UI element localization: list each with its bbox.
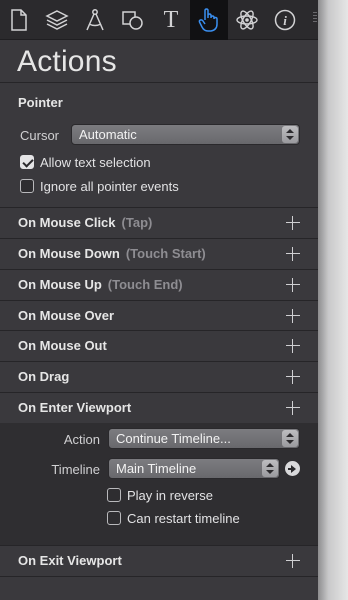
- event-name: On Mouse Over: [18, 308, 114, 324]
- event-row-mouse-over[interactable]: On Mouse Over: [0, 301, 318, 331]
- ignore-pointer-events-label: Ignore all pointer events: [40, 178, 179, 194]
- inspector-toolbar: T i: [0, 0, 318, 40]
- actions-panel: T i Actions Pointer Cursor Automatic All…: [0, 0, 318, 600]
- timeline-select[interactable]: Main Timeline: [108, 458, 280, 479]
- plus-icon[interactable]: [286, 401, 300, 415]
- event-title: On Exit Viewport: [18, 553, 122, 568]
- chevron-updown-icon: [282, 430, 298, 447]
- plus-icon[interactable]: [286, 278, 300, 292]
- event-title: On Enter Viewport: [18, 400, 132, 415]
- text-tool-glyph: T: [163, 7, 179, 33]
- event-row-mouse-click[interactable]: On Mouse Click (Tap): [0, 208, 318, 238]
- pointer-heading: Pointer: [18, 95, 63, 110]
- plus-icon[interactable]: [286, 216, 300, 230]
- event-title: On Mouse Out: [18, 338, 107, 353]
- event-touch-alias: (Tap): [121, 215, 153, 230]
- can-restart-timeline-checkbox[interactable]: [107, 511, 121, 525]
- action-label: Action: [63, 432, 100, 447]
- event-title: On Drag: [18, 369, 70, 384]
- event-row-exit-viewport[interactable]: On Exit Viewport: [0, 546, 318, 576]
- plus-icon[interactable]: [286, 554, 300, 568]
- text-icon[interactable]: T: [152, 0, 190, 40]
- play-in-reverse-row[interactable]: Play in reverse: [107, 487, 213, 503]
- event-row-mouse-up[interactable]: On Mouse Up (Touch End): [0, 270, 318, 300]
- action-select[interactable]: Continue Timeline...: [108, 428, 300, 449]
- event-name: On Drag: [18, 369, 69, 385]
- event-name: On Mouse Up (Touch End): [18, 277, 183, 293]
- chevron-updown-icon: [262, 460, 278, 477]
- compass-icon[interactable]: [76, 0, 114, 40]
- play-in-reverse-checkbox[interactable]: [107, 488, 121, 502]
- event-name: On Exit Viewport: [18, 553, 122, 569]
- event-row-mouse-down[interactable]: On Mouse Down (Touch Start): [0, 239, 318, 269]
- cursor-select[interactable]: Automatic: [71, 124, 300, 145]
- plus-icon[interactable]: [286, 309, 300, 323]
- event-name: On Mouse Out: [18, 338, 107, 354]
- action-select-value: Continue Timeline...: [116, 431, 231, 446]
- go-to-timeline-arrow-icon[interactable]: [285, 461, 300, 476]
- event-name: On Mouse Click (Tap): [18, 215, 152, 231]
- ignore-pointer-events-row[interactable]: Ignore all pointer events: [20, 178, 179, 194]
- layers-icon[interactable]: [38, 0, 76, 40]
- timeline-label: Timeline: [51, 462, 100, 477]
- event-title: On Mouse Down: [18, 246, 120, 261]
- panel-shadow: [318, 0, 348, 600]
- chevron-updown-icon: [282, 126, 298, 143]
- info-glyph: i: [283, 13, 287, 28]
- event-row-enter-viewport[interactable]: On Enter Viewport: [0, 393, 318, 423]
- hand-pointer-icon[interactable]: [190, 0, 228, 40]
- document-icon[interactable]: [0, 0, 38, 40]
- panel-title: Actions: [17, 45, 117, 78]
- event-title: On Mouse Click: [18, 215, 116, 230]
- event-title: On Mouse Over: [18, 308, 115, 323]
- allow-text-selection-checkbox[interactable]: [20, 155, 34, 169]
- timeline-select-value: Main Timeline: [116, 461, 197, 476]
- allow-text-selection-label: Allow text selection: [40, 154, 151, 170]
- ignore-pointer-events-checkbox[interactable]: [20, 179, 34, 193]
- atom-icon[interactable]: [228, 0, 266, 40]
- info-icon[interactable]: i: [266, 0, 304, 40]
- event-name: On Enter Viewport: [18, 400, 131, 416]
- event-touch-alias: (Touch Start): [125, 246, 206, 261]
- play-in-reverse-label: Play in reverse: [127, 487, 213, 503]
- plus-icon[interactable]: [286, 370, 300, 384]
- cursor-select-value: Automatic: [79, 127, 137, 142]
- can-restart-timeline-label: Can restart timeline: [127, 510, 240, 526]
- event-name: On Mouse Down (Touch Start): [18, 246, 206, 262]
- event-row-mouse-out[interactable]: On Mouse Out: [0, 331, 318, 361]
- event-title: On Mouse Up: [18, 277, 102, 292]
- divider: [0, 82, 318, 83]
- divider: [0, 576, 318, 577]
- can-restart-timeline-row[interactable]: Can restart timeline: [107, 510, 240, 526]
- plus-icon[interactable]: [286, 247, 300, 261]
- enter-viewport-settings: Action Continue Timeline... Timeline Mai…: [0, 423, 318, 546]
- cursor-label: Cursor: [20, 128, 60, 143]
- event-row-drag[interactable]: On Drag: [0, 362, 318, 392]
- shapes-icon[interactable]: [114, 0, 152, 40]
- event-touch-alias: (Touch End): [107, 277, 183, 292]
- plus-icon[interactable]: [286, 339, 300, 353]
- allow-text-selection-row[interactable]: Allow text selection: [20, 154, 151, 170]
